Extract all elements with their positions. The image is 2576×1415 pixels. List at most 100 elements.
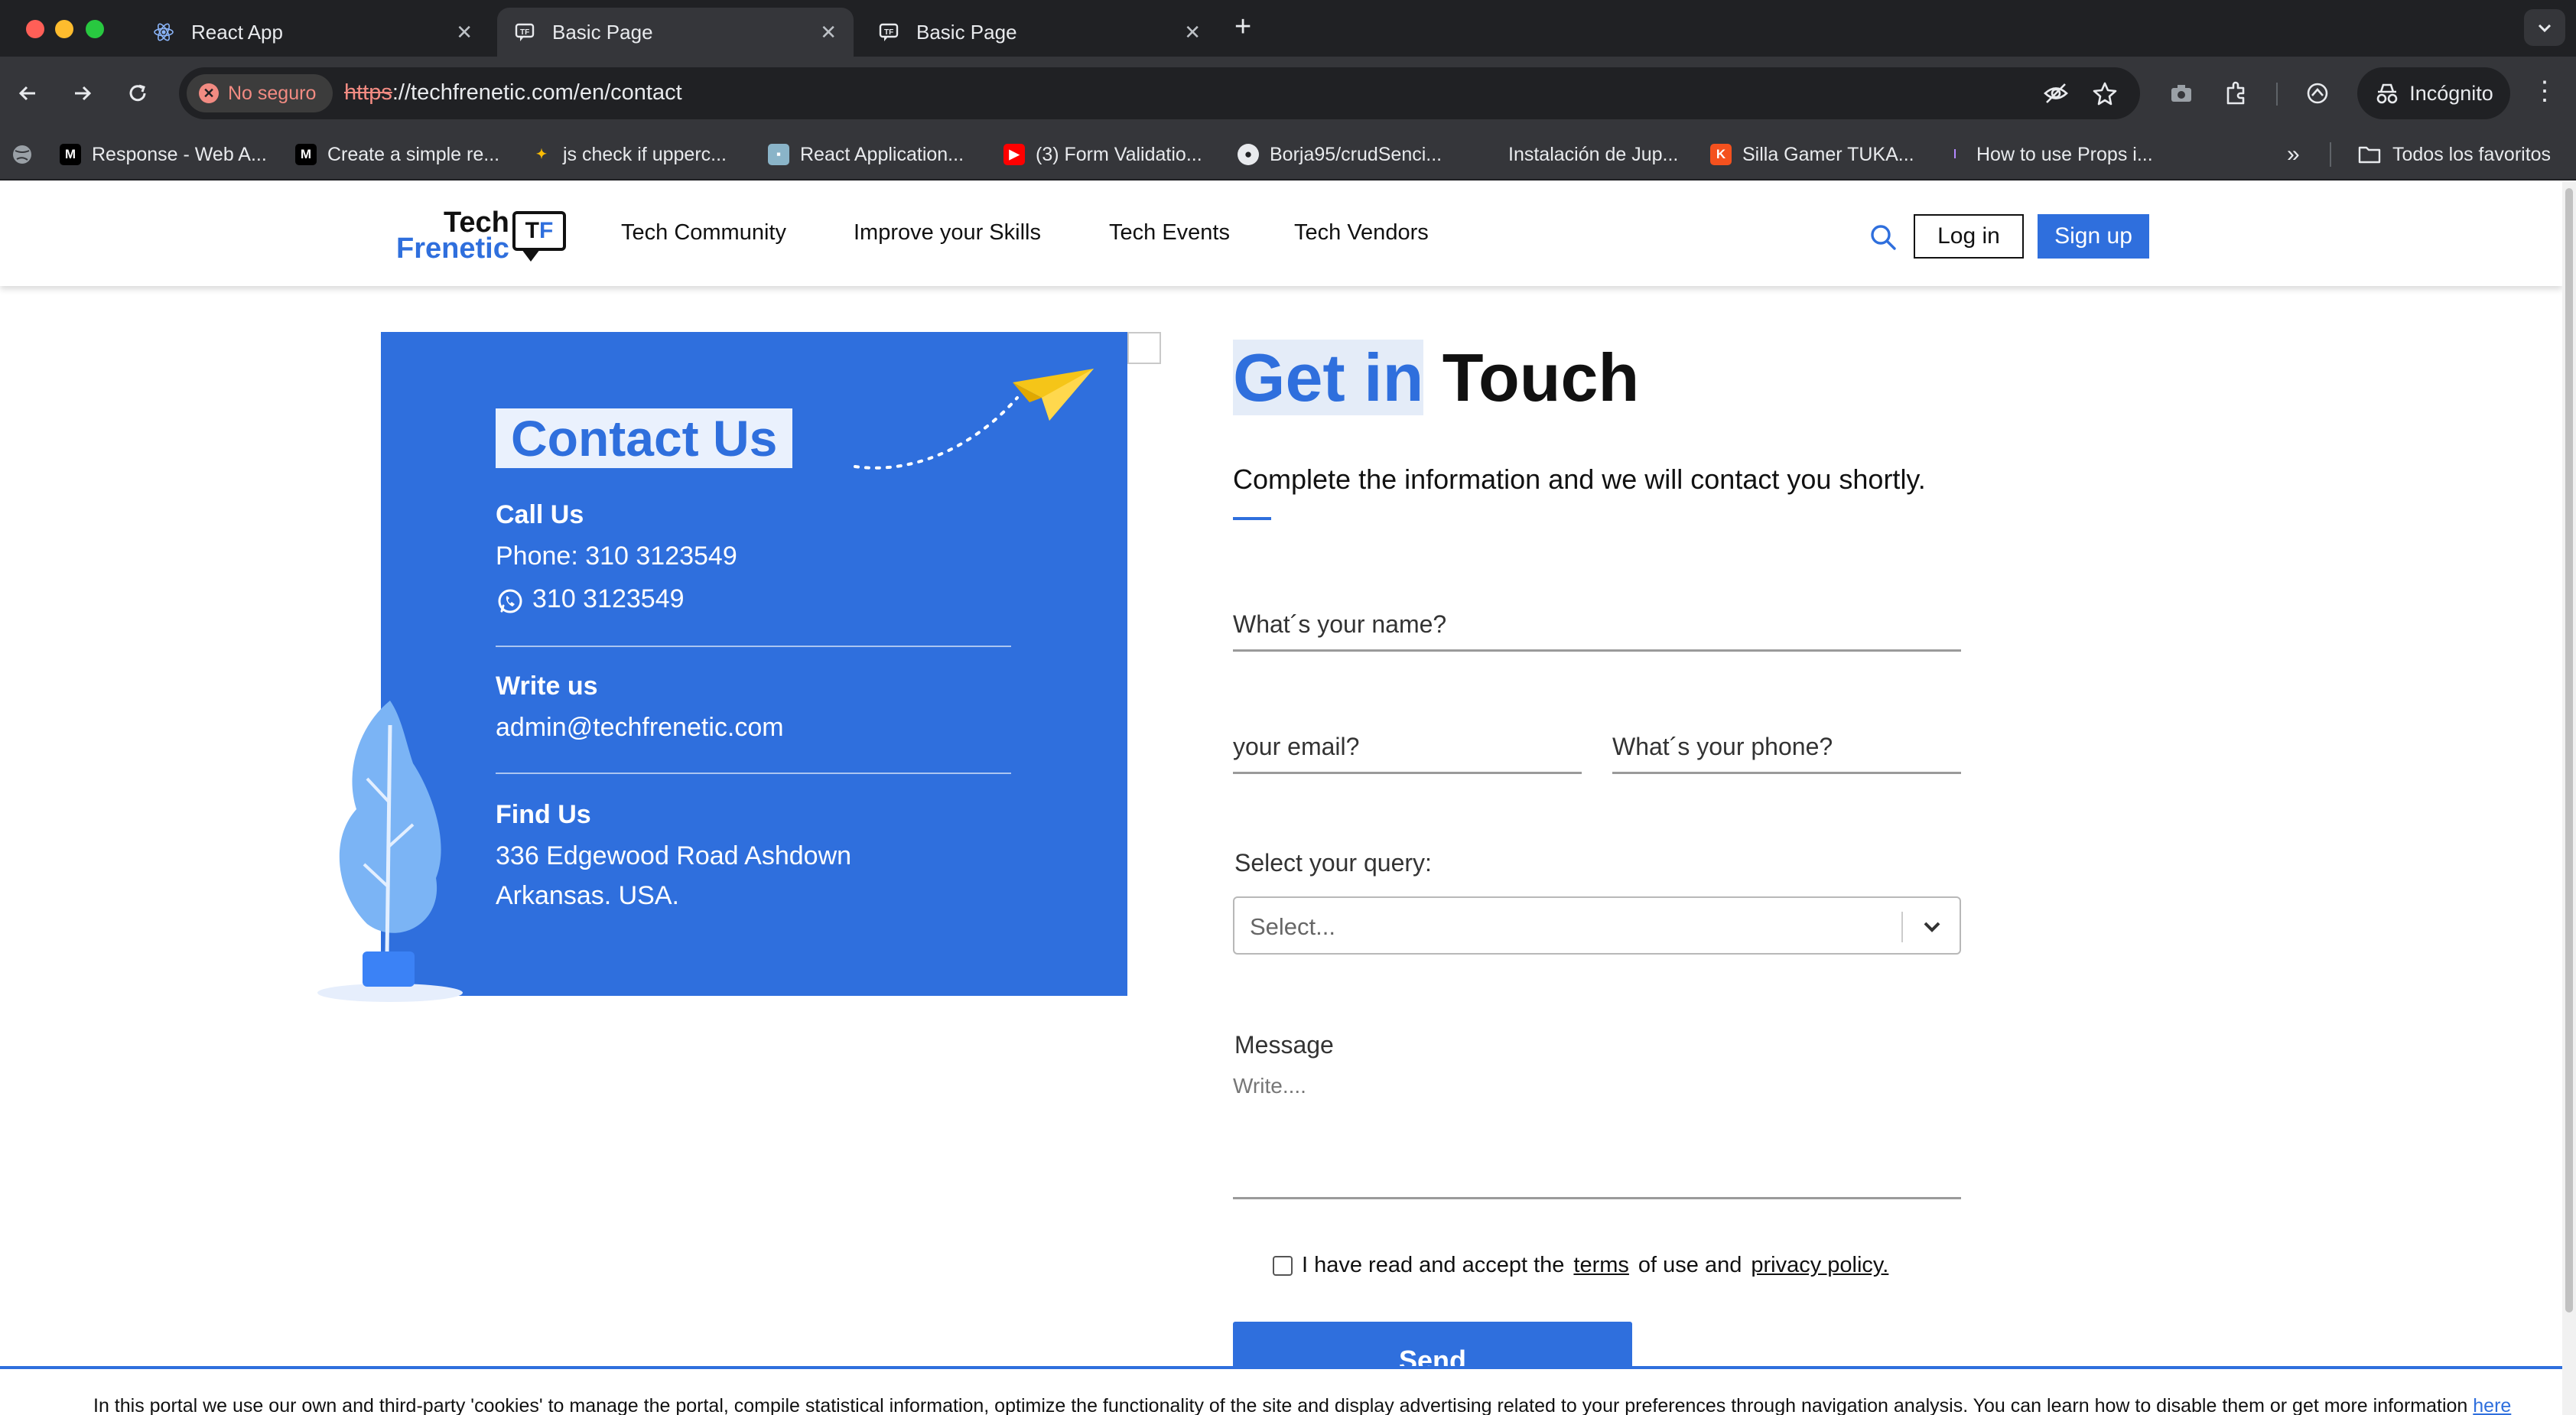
- performance-icon[interactable]: [2304, 80, 2331, 107]
- tab-react-app[interactable]: React App ✕: [136, 8, 490, 57]
- bookmark-item[interactable]: M Response - Web A...: [60, 139, 267, 170]
- select-separator: [1901, 912, 1903, 942]
- close-window-button[interactable]: [26, 20, 44, 38]
- eye-off-icon[interactable]: [2042, 80, 2070, 107]
- bookmark-item[interactable]: ▶ (3) Form Validatio...: [1003, 139, 1202, 170]
- nav-tech-community[interactable]: Tech Community: [621, 220, 786, 246]
- star-icon[interactable]: [2091, 80, 2119, 107]
- tab-basic-page-active[interactable]: TF Basic Page ✕: [497, 8, 854, 57]
- bookmark-label: Instalación de Jup...: [1508, 143, 1679, 165]
- purple-icon: ǀ: [1953, 147, 1957, 161]
- all-bookmarks-label: Todos los favoritos: [2392, 143, 2552, 165]
- name-field[interactable]: What´s your name?: [1233, 595, 1961, 652]
- tab-basic-page[interactable]: TF Basic Page ✕: [861, 8, 1218, 57]
- close-tab-icon[interactable]: ✕: [1184, 21, 1201, 44]
- camera-icon[interactable]: [2168, 80, 2195, 107]
- terms-link[interactable]: terms: [1573, 1253, 1629, 1278]
- security-chip[interactable]: ✕ No seguro: [187, 74, 333, 112]
- maximize-window-button[interactable]: [86, 20, 104, 38]
- forward-button[interactable]: [64, 75, 101, 112]
- medium-icon: M: [295, 144, 317, 165]
- paper-plane-icon: [854, 369, 1094, 470]
- nav-improve-skills[interactable]: Improve your Skills: [854, 220, 1041, 246]
- terms-mid: of use and: [1638, 1253, 1742, 1277]
- techfrenetic-favicon-icon: TF: [878, 21, 899, 43]
- logo-badge-t: T: [525, 218, 539, 243]
- bookmark-label: React Application...: [800, 143, 964, 165]
- address-line-1: 336 Edgewood Road Ashdown: [496, 841, 852, 870]
- cookie-text: In this portal we use our own and third-…: [93, 1395, 2511, 1415]
- warning-icon: ✕: [199, 83, 219, 103]
- call-us-label: Call Us: [496, 500, 584, 529]
- scrollbar-thumb[interactable]: [2565, 188, 2573, 1313]
- contact-email[interactable]: admin@techfrenetic.com: [496, 713, 784, 743]
- heading-rest: Touch: [1423, 340, 1640, 415]
- bookmark-label: js check if upperc...: [563, 143, 727, 165]
- incognito-icon: [2376, 83, 2398, 104]
- accent-underline: [1233, 517, 1271, 520]
- chevron-down-icon[interactable]: [1917, 912, 1947, 942]
- extensions-icon[interactable]: [2223, 80, 2250, 107]
- minimize-window-button[interactable]: [55, 20, 73, 38]
- security-label: No seguro: [228, 82, 317, 104]
- arrow-right-icon: [75, 86, 92, 101]
- message-label: Message: [1234, 1031, 1334, 1059]
- svg-text:TF: TF: [520, 28, 529, 37]
- form-subtitle: Complete the information and we will con…: [1233, 464, 1926, 495]
- phone-text: Phone: 310 3123549: [496, 542, 737, 571]
- more-menu-icon[interactable]: ⋮: [2532, 78, 2558, 104]
- cookie-more-info-link[interactable]: here: [2473, 1395, 2511, 1415]
- address-bar[interactable]: ✕ No seguro https://techfrenetic.com/en/…: [179, 67, 2140, 119]
- bookmark-label: (3) Form Validatio...: [1036, 143, 1202, 165]
- privacy-policy-link[interactable]: privacy policy.: [1751, 1253, 1888, 1278]
- more-bookmarks-icon[interactable]: »: [2287, 139, 2300, 170]
- write-us-label: Write us: [496, 672, 598, 701]
- search-icon[interactable]: [1868, 222, 1898, 252]
- email-field[interactable]: your email?: [1233, 717, 1582, 774]
- query-select[interactable]: Select...: [1233, 896, 1961, 955]
- bookmark-item[interactable]: ǀ How to use Props i...: [1944, 139, 2153, 170]
- url-text[interactable]: https://techfrenetic.com/en/contact: [344, 80, 682, 106]
- phone-field[interactable]: What´s your phone?: [1612, 717, 1961, 774]
- all-bookmarks[interactable]: Todos los favoritos: [2357, 139, 2551, 170]
- globe-icon[interactable]: [11, 139, 34, 170]
- address-line-2: Arkansas. USA.: [496, 881, 679, 910]
- bookmark-item[interactable]: ▪ React Application...: [768, 139, 964, 170]
- message-textarea[interactable]: Write....: [1233, 1068, 1961, 1199]
- nav-tech-events[interactable]: Tech Events: [1109, 220, 1230, 246]
- back-button[interactable]: [9, 75, 46, 112]
- bookmark-label: How to use Props i...: [1976, 143, 2153, 165]
- plant-illustration: [317, 701, 463, 1002]
- bookmark-label: Silla Gamer TUKA...: [1742, 143, 1914, 165]
- new-tab-button[interactable]: +: [1234, 11, 1251, 44]
- logo-badge: TF: [512, 211, 566, 251]
- terms-checkbox[interactable]: [1273, 1255, 1293, 1276]
- bookmark-item[interactable]: ● Borja95/crudSenci...: [1238, 139, 1442, 170]
- bookmark-item[interactable]: ✦ js check if upperc...: [531, 139, 727, 170]
- bookmark-item[interactable]: K Silla Gamer TUKA...: [1710, 139, 1914, 170]
- close-tab-icon[interactable]: ✕: [456, 21, 473, 44]
- close-tab-icon[interactable]: ✕: [820, 21, 837, 44]
- contact-divider: [496, 773, 1011, 774]
- cookie-banner: In this portal we use our own and third-…: [0, 1366, 2562, 1415]
- bookmark-item[interactable]: Instalación de Jup...: [1476, 139, 1678, 170]
- app-icon: ▪: [768, 144, 789, 165]
- contact-divider: [496, 646, 1011, 647]
- tab-search-button[interactable]: [2524, 9, 2565, 46]
- logo-speech-tail: [522, 249, 540, 262]
- contact-us-heading: Contact Us: [496, 408, 793, 468]
- logo-text-frenetic: Frenetic: [396, 233, 509, 265]
- browser-toolbar: ✕ No seguro https://techfrenetic.com/en/…: [0, 57, 2576, 130]
- bookmarks-bar: M Response - Web A... M Create a simple re…: [0, 130, 2576, 181]
- site-logo[interactable]: Tech Frenetic TF: [395, 207, 571, 268]
- terms-prefix: I have read and accept the: [1302, 1253, 1565, 1277]
- signup-button[interactable]: Sign up: [2038, 214, 2149, 259]
- tab-title: React App: [191, 20, 283, 44]
- login-button[interactable]: Log in: [1914, 214, 2024, 259]
- find-us-label: Find Us: [496, 800, 591, 829]
- reload-button[interactable]: [119, 75, 156, 112]
- react-icon: [153, 21, 174, 43]
- incognito-badge[interactable]: Incógnito: [2357, 67, 2510, 119]
- nav-tech-vendors[interactable]: Tech Vendors: [1294, 220, 1429, 246]
- bookmark-item[interactable]: M Create a simple re...: [295, 139, 499, 170]
